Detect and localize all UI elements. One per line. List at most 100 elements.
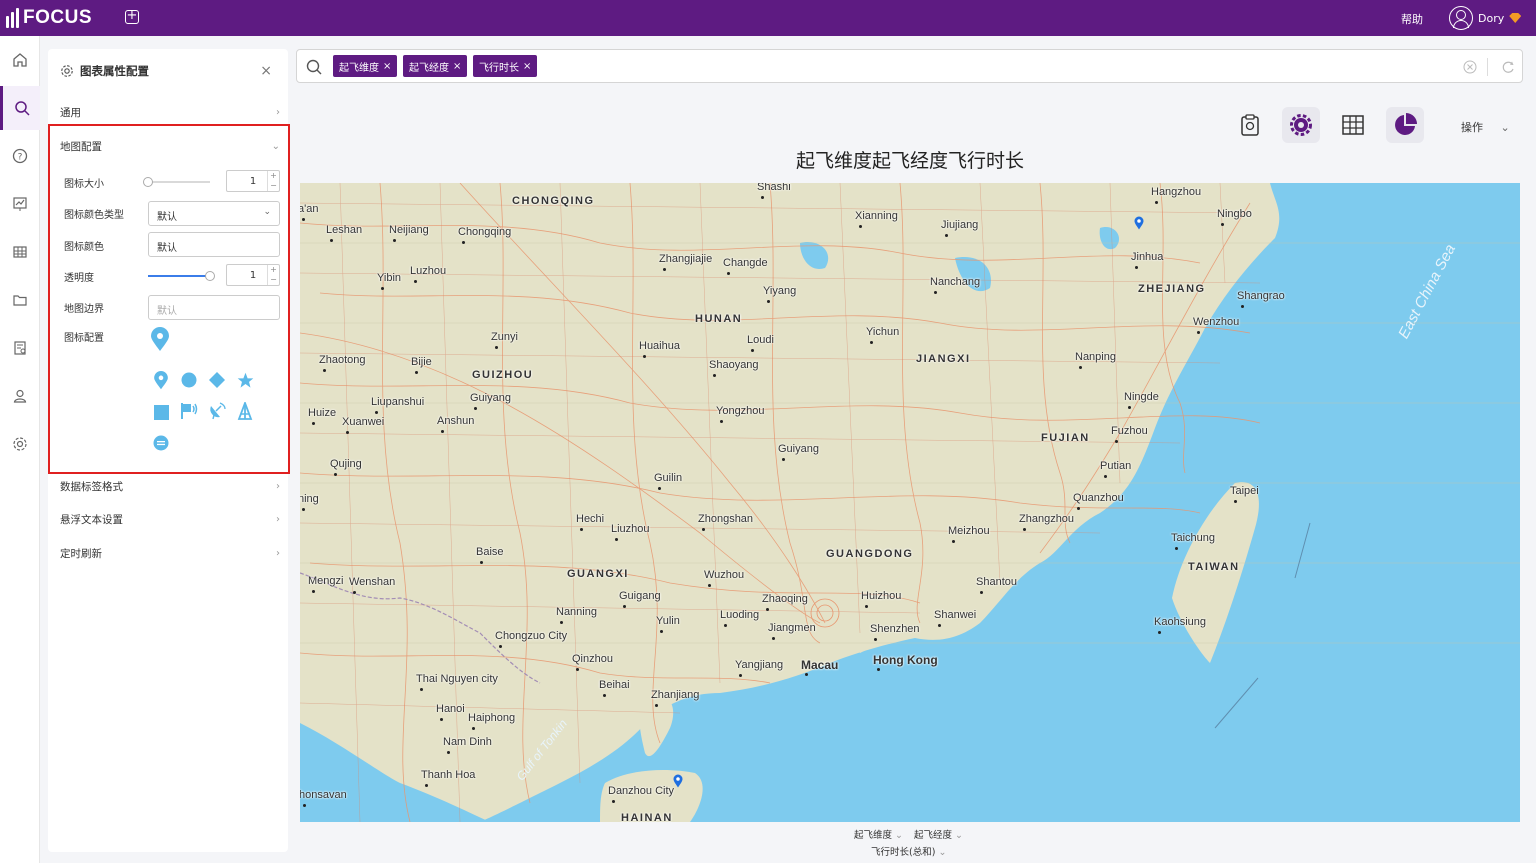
section-hover-text[interactable]: 悬浮文本设置 › (60, 512, 280, 527)
map-pin-icon[interactable] (152, 370, 170, 390)
city-dot-icon (499, 645, 502, 648)
map-city-label: Danzhou City (608, 785, 675, 797)
map-city-label: Yichun (866, 326, 900, 338)
stepper-icon[interactable]: + − (267, 171, 279, 191)
tower-icon[interactable] (236, 402, 254, 420)
city-dot-icon (874, 638, 877, 641)
city-dot-icon (615, 538, 618, 541)
pie-chart-icon (1395, 113, 1417, 135)
folder-icon[interactable] (0, 278, 40, 322)
stepper-icon[interactable]: + − (267, 265, 279, 285)
map-chart[interactable]: CHONGQING HUNAN GUIZHOU JIANGXI ZHEJIANG FUJI… (300, 183, 1520, 822)
city-dot-icon (1115, 440, 1118, 443)
section-timer[interactable]: 定时刷新 › (60, 546, 280, 561)
opacity-slider-knob[interactable] (205, 271, 215, 281)
home-icon[interactable] (0, 38, 40, 82)
city-dot-icon (447, 751, 450, 754)
map-city-label: Wenshan (349, 576, 396, 588)
map-city-label: Qinzhou (572, 653, 613, 665)
user-menu[interactable]: Dory (1449, 6, 1522, 30)
map-city-label: Thai Nguyen city (416, 673, 498, 685)
table-icon[interactable] (0, 230, 40, 274)
close-icon[interactable]: × (523, 61, 531, 72)
city-dot-icon (440, 718, 443, 721)
section-hover-text-label: 悬浮文本设置 (60, 514, 123, 526)
table-view-button[interactable] (1334, 107, 1372, 143)
map-city-label: Nanning (556, 606, 597, 618)
map-border-field[interactable]: 默认 (148, 295, 280, 320)
city-dot-icon (805, 673, 808, 676)
settings-icon[interactable] (0, 422, 40, 466)
search-token[interactable]: 起飞维度 × (333, 55, 398, 77)
city-dot-icon (603, 694, 606, 697)
city-dot-icon (353, 591, 356, 594)
close-icon[interactable]: × (260, 63, 272, 79)
city-dot-icon (1079, 366, 1082, 369)
close-icon[interactable]: × (383, 61, 391, 72)
section-general[interactable]: 通用 › (60, 105, 280, 120)
city-dot-icon (560, 621, 563, 624)
table-icon (1342, 115, 1364, 135)
new-tab-plus-icon[interactable]: + (125, 9, 139, 24)
city-dot-icon (727, 272, 730, 275)
map-city-label: Yangjiang (735, 659, 784, 671)
icon-color-field[interactable]: 默认 (148, 232, 280, 257)
app-logo[interactable]: FOCUS (6, 7, 92, 29)
satellite-icon[interactable] (208, 402, 226, 420)
gear-icon (61, 65, 73, 77)
chart-insight-button[interactable] (1231, 107, 1269, 143)
report-icon[interactable] (0, 326, 40, 370)
logo-icon (6, 8, 19, 28)
map-city-label: Luzhou (410, 265, 447, 277)
search-token[interactable]: 飞行时长 × (473, 55, 538, 77)
city-dot-icon (381, 287, 384, 290)
map-city-label: Bijie (411, 356, 432, 368)
circle-icon[interactable] (180, 371, 198, 389)
clear-circle-icon[interactable] (1463, 60, 1477, 74)
ring-icon[interactable] (152, 434, 170, 452)
section-label-format[interactable]: 数据标签格式 › (60, 479, 280, 494)
y-axis-picker[interactable]: 飞行时长(总和) ⌄ (871, 844, 946, 858)
star-icon[interactable] (236, 371, 254, 389)
map-pin-marker[interactable] (1134, 216, 1144, 230)
operation-menu[interactable]: 操作 ⌄ (1461, 119, 1510, 135)
map-city-label: Nanping (1075, 351, 1116, 363)
flag-icon[interactable] (180, 402, 198, 420)
opacity-slider[interactable] (148, 271, 215, 281)
chevron-right-icon: › (276, 514, 280, 525)
city-dot-icon (865, 605, 868, 608)
city-dot-icon (346, 431, 349, 434)
panel-header: 图表属性配置 (60, 63, 149, 79)
search-icon[interactable] (0, 86, 40, 130)
icon-size-input[interactable]: 1 + − (226, 170, 280, 192)
city-dot-icon (474, 407, 477, 410)
chart-settings-button[interactable] (1282, 107, 1320, 143)
help-link[interactable]: 帮助 (1401, 11, 1423, 27)
chevron-down-icon: ⌄ (263, 207, 271, 217)
icon-size-slider-knob[interactable] (143, 177, 153, 187)
icon-color-type-select[interactable]: 默认 ⌄ (148, 201, 280, 226)
map-province-label: GUIZHOU (472, 369, 534, 381)
icon-size-slider[interactable] (143, 177, 210, 187)
map-pin-marker[interactable] (673, 774, 683, 788)
refresh-icon[interactable] (1501, 60, 1515, 74)
square-icon[interactable] (152, 403, 170, 421)
selected-map-pin-icon (149, 326, 171, 352)
map-city-label: Jiangmen (768, 622, 816, 634)
map-province-label: JIANGXI (916, 353, 971, 365)
map-city-label: Liuzhou (611, 523, 650, 535)
question-icon[interactable]: ? (0, 134, 40, 178)
map-city-label: Leshan (326, 224, 363, 236)
user-icon[interactable] (0, 374, 40, 418)
map-city-label: Kaohsiung (1154, 616, 1206, 628)
diamond-icon[interactable] (208, 371, 226, 389)
x-axis-picker-longitude[interactable]: 起飞经度 ⌄ (914, 827, 963, 841)
section-timer-label: 定时刷新 (60, 548, 102, 560)
search-token[interactable]: 起飞经度 × (403, 55, 468, 77)
chart-type-button[interactable] (1386, 107, 1424, 143)
search-bar[interactable]: 起飞维度 × 起飞经度 × 飞行时长 × (296, 49, 1523, 83)
dashboard-icon[interactable] (0, 182, 40, 226)
x-axis-picker-latitude[interactable]: 起飞维度 ⌄ (854, 827, 903, 841)
opacity-input[interactable]: 1 + − (226, 264, 280, 286)
close-icon[interactable]: × (453, 61, 461, 72)
